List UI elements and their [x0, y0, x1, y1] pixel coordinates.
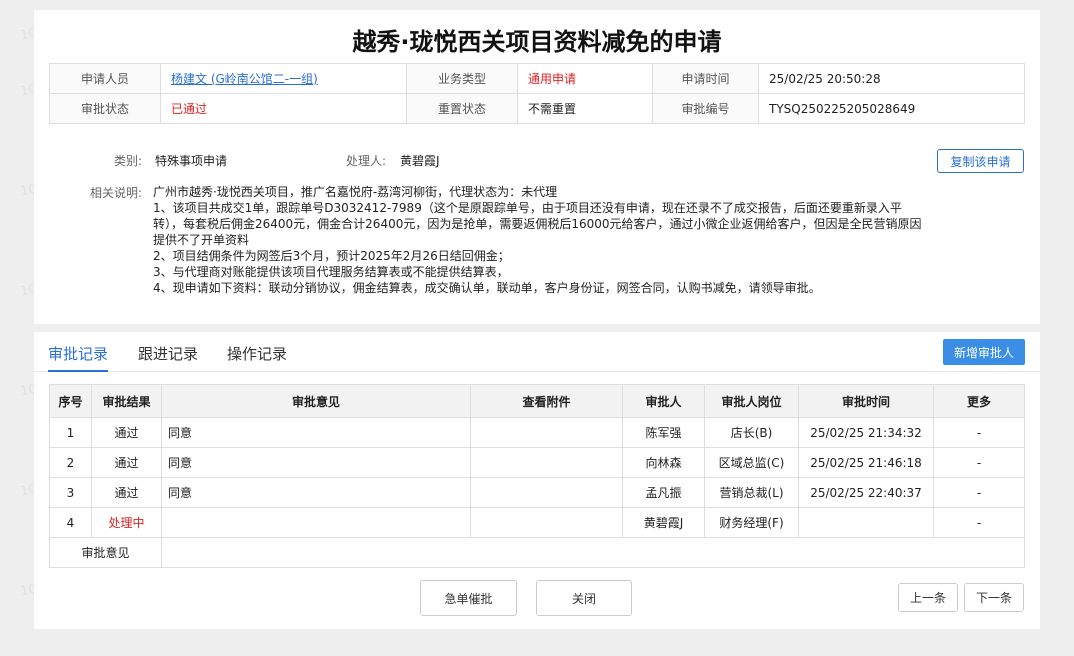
row-more[interactable]: -	[933, 507, 1025, 538]
row-result: 通过	[91, 477, 162, 508]
prev-button[interactable]: 上一条	[898, 583, 958, 612]
applicant-link[interactable]: 杨建文 (G岭南公馆二-一组)	[171, 72, 318, 86]
handler-label: 处理人:	[346, 154, 387, 168]
status-label: 审批状态	[49, 93, 161, 124]
applicant-label: 申请人员	[49, 63, 161, 94]
copy-application-button[interactable]: 复制该申请	[937, 149, 1024, 173]
row-attachment	[470, 477, 623, 508]
opinion-input[interactable]	[161, 537, 1025, 568]
row-attachment	[470, 507, 623, 538]
description-line: 广州市越秀·珑悦西关项目，推广名嘉悦府-荔湾河柳街，代理状态为：未代理	[153, 185, 558, 199]
row-time: 25/02/25 21:34:32	[798, 417, 934, 448]
description-text: 广州市越秀·珑悦西关项目，推广名嘉悦府-荔湾河柳街，代理状态为：未代理 1、该项…	[153, 184, 993, 296]
table-row: 4 处理中 黄碧霞J 财务经理(F) -	[49, 507, 1025, 538]
row-opinion: 同意	[161, 417, 471, 448]
header-position: 审批人岗位	[704, 384, 799, 418]
handler-value: 黄碧霞J	[400, 154, 440, 168]
row-more[interactable]: -	[933, 417, 1025, 448]
description-line: 4、现申请如下资料：联动分销协议，佣金结算表，成交确认单，联动单，客户身份证，网…	[153, 281, 821, 295]
row-result: 处理中	[91, 507, 162, 538]
approval-records-table: 序号 审批结果 审批意见 查看附件 审批人 审批人岗位 审批时间 更多 1 通过…	[49, 384, 1025, 568]
table-row: 3 通过 同意 孟凡振 营销总裁(L) 25/02/25 22:40:37 -	[49, 477, 1025, 508]
category-label: 类别:	[114, 154, 143, 168]
page-title: 越秀·珑悦西关项目资料减免的申请	[352, 28, 722, 56]
row-opinion: 同意	[161, 447, 471, 478]
tab-operation-records[interactable]: 操作记录	[227, 343, 287, 364]
status-value: 已通过	[160, 93, 407, 124]
reset-value: 不需重置	[517, 93, 653, 124]
urge-approval-button[interactable]: 急单催批	[420, 580, 517, 616]
row-approver: 孟凡振	[622, 477, 705, 508]
header-approver: 审批人	[622, 384, 705, 418]
row-position: 财务经理(F)	[704, 507, 799, 538]
approval-no-label: 审批编号	[652, 93, 759, 124]
opinion-label: 审批意见	[49, 537, 162, 568]
row-attachment	[470, 447, 623, 478]
row-index: 3	[49, 477, 92, 508]
header-attachment: 查看附件	[470, 384, 623, 418]
info-table: 申请人员 杨建文 (G岭南公馆二-一组) 业务类型 通用申请 申请时间 25/0…	[49, 63, 1025, 124]
category-value: 特殊事项申请	[155, 154, 228, 168]
row-position: 店长(B)	[704, 417, 799, 448]
tab-followup-records[interactable]: 跟进记录	[138, 343, 198, 364]
row-position: 区域总监(C)	[704, 447, 799, 478]
table-row: 2 通过 同意 向林森 区域总监(C) 25/02/25 21:46:18 -	[49, 447, 1025, 478]
reset-label: 重置状态	[406, 93, 518, 124]
description-line: 提供不了开单资料	[153, 233, 250, 247]
approval-no-value: TYSQ250225205028649	[758, 93, 1025, 124]
description-line: 3、与代理商对账能提供该项目代理服务结算表或不能提供结算表，	[153, 265, 509, 279]
header-index: 序号	[49, 384, 92, 418]
row-time: 25/02/25 21:46:18	[798, 447, 934, 478]
close-button[interactable]: 关闭	[536, 580, 632, 616]
description-line: 1、该项目共成交1单，跟踪单号D3032412-7989（这个是原跟踪单号，由于…	[153, 201, 902, 215]
header-result: 审批结果	[91, 384, 162, 418]
row-index: 4	[49, 507, 92, 538]
add-approver-button[interactable]: 新增审批人	[943, 339, 1025, 365]
header-opinion: 审批意见	[161, 384, 471, 418]
biz-type-value: 通用申请	[517, 63, 653, 94]
next-button[interactable]: 下一条	[964, 583, 1024, 612]
row-index: 2	[49, 447, 92, 478]
row-opinion: 同意	[161, 477, 471, 508]
row-opinion	[161, 507, 471, 538]
records-card: 审批记录 跟进记录 操作记录 新增审批人 序号 审批结果 审批意见 查看附件 审…	[34, 332, 1040, 629]
row-approver: 向林森	[622, 447, 705, 478]
row-position: 营销总裁(L)	[704, 477, 799, 508]
row-approver: 陈军强	[622, 417, 705, 448]
row-attachment	[470, 417, 623, 448]
application-card: 越秀·珑悦西关项目资料减免的申请 申请人员 杨建文 (G岭南公馆二-一组) 业务…	[34, 10, 1040, 324]
row-more[interactable]: -	[933, 447, 1025, 478]
row-result: 通过	[91, 447, 162, 478]
apply-time-label: 申请时间	[652, 63, 759, 94]
description-line: 转），每套税后佣金26400元，佣金合计26400元，因为是抢单，需要返佣税后1…	[153, 217, 922, 231]
row-approver: 黄碧霞J	[622, 507, 705, 538]
tab-approval-records[interactable]: 审批记录	[48, 343, 108, 364]
apply-time-value: 25/02/25 20:50:28	[758, 63, 1025, 94]
header-time: 审批时间	[798, 384, 934, 418]
row-more[interactable]: -	[933, 477, 1025, 508]
row-index: 1	[49, 417, 92, 448]
tab-bar: 审批记录 跟进记录 操作记录 新增审批人	[34, 332, 1040, 372]
description-line: 2、项目结佣条件为网签后3个月，预计2025年2月26日结回佣金；	[153, 249, 510, 263]
header-more: 更多	[933, 384, 1025, 418]
biz-type-label: 业务类型	[406, 63, 518, 94]
active-tab-indicator	[48, 370, 108, 372]
row-time	[798, 507, 934, 538]
row-time: 25/02/25 22:40:37	[798, 477, 934, 508]
description-label: 相关说明:	[90, 186, 143, 200]
opinion-input-row: 审批意见	[49, 537, 1025, 568]
row-result: 通过	[91, 417, 162, 448]
table-row: 1 通过 同意 陈军强 店长(B) 25/02/25 21:34:32 -	[49, 417, 1025, 448]
